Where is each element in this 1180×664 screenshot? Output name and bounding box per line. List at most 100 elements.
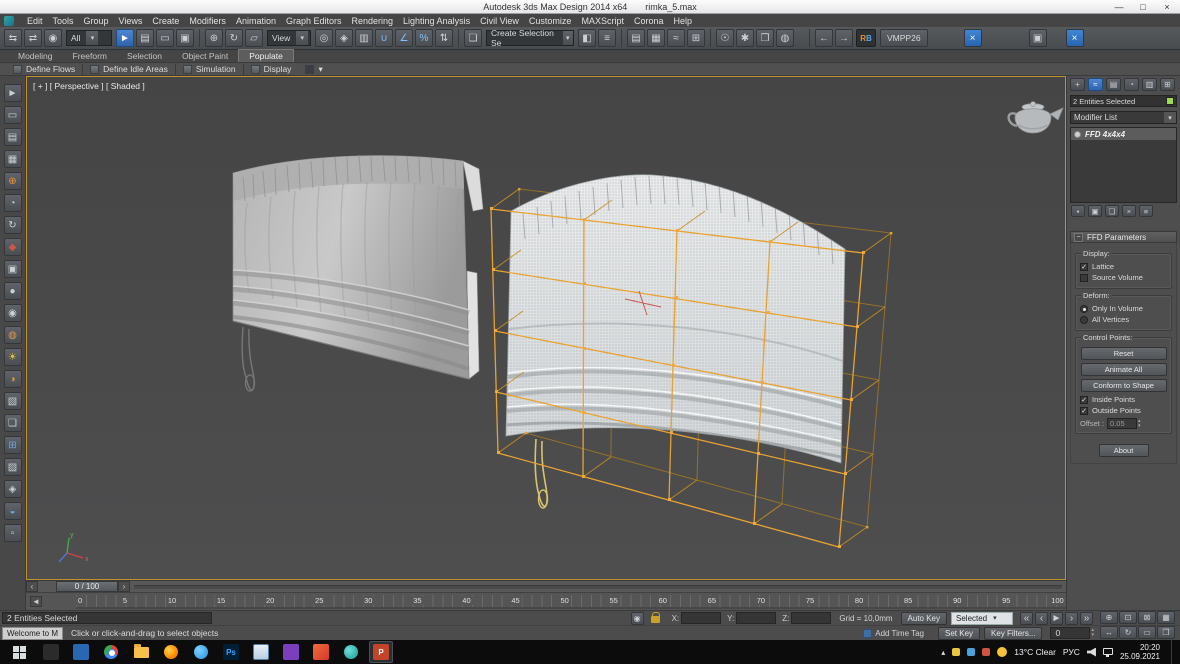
configure-modifier-sets-icon[interactable]: ≡ — [1139, 205, 1153, 217]
mirror-icon[interactable]: ◧ — [578, 29, 596, 47]
go-to-start-icon[interactable]: « — [1020, 612, 1033, 625]
previous-frame-icon[interactable]: ‹ — [1035, 612, 1048, 625]
display-tab-icon[interactable]: ▥ — [1142, 78, 1157, 91]
close-button[interactable]: × — [1155, 0, 1179, 13]
object-color-swatch[interactable] — [1166, 97, 1174, 105]
named-selection-set-dropdown[interactable]: Create Selection Se ▾ — [486, 30, 574, 46]
modifier-stack[interactable]: FFD 4x4x4 — [1070, 127, 1177, 203]
current-frame-field[interactable]: 0 — [1050, 627, 1090, 639]
auto-key-button[interactable]: Auto Key — [901, 612, 947, 625]
time-slider[interactable]: ‹ 0 / 100 › — [26, 580, 1066, 592]
vmpp-script-button[interactable]: VMPP26 — [880, 29, 928, 47]
curve-editor-icon[interactable]: ≈ — [667, 29, 685, 47]
menu-animation[interactable]: Animation — [231, 16, 281, 26]
left-toolbar-icon[interactable]: ▨ — [4, 458, 22, 476]
powerpoint-icon[interactable]: P — [369, 641, 393, 663]
add-time-tag-label[interactable]: Add Time Tag — [875, 629, 924, 638]
left-toolbar-icon[interactable]: ▤ — [4, 128, 22, 146]
menu-tools[interactable]: Tools — [48, 16, 79, 26]
select-and-rotate-icon[interactable]: ↻ — [225, 29, 243, 47]
tab-populate[interactable]: Populate — [238, 49, 294, 62]
slider-left-arrow-icon[interactable]: ‹ — [26, 581, 38, 592]
ffd-parameters-rollout-header[interactable]: − FFD Parameters — [1070, 231, 1177, 243]
script-toggle-icon[interactable]: × — [1066, 29, 1084, 47]
redo-icon[interactable]: → — [835, 29, 853, 47]
offset-spinner[interactable]: ▴ ▾ — [1138, 419, 1141, 429]
left-toolbar-icon[interactable]: ► — [4, 84, 22, 102]
language-indicator[interactable]: РУС — [1063, 647, 1080, 657]
network-icon[interactable] — [1103, 648, 1113, 655]
graphite-ribbon-icon[interactable]: ▦ — [647, 29, 665, 47]
edit-named-selection-sets-icon[interactable]: ❏ — [464, 29, 482, 47]
modify-tab-icon[interactable]: ≈ — [1088, 78, 1103, 91]
left-toolbar-icon[interactable]: ▣ — [4, 260, 22, 278]
trackbar-ruler[interactable]: 0 5 10 15 20 25 30 35 40 45 50 55 60 65 … — [76, 595, 1066, 609]
schematic-view-icon[interactable]: ⊞ — [687, 29, 705, 47]
keyboard-override-icon[interactable]: ▥ — [355, 29, 373, 47]
remove-modifier-icon[interactable]: × — [1122, 205, 1136, 217]
select-by-name-icon[interactable]: ▤ — [136, 29, 154, 47]
hidden-icons-chevron-icon[interactable]: ▴ — [941, 648, 945, 657]
simulation-button[interactable]: Simulation — [176, 64, 243, 74]
tab-selection[interactable]: Selection — [117, 50, 172, 62]
next-frame-icon[interactable]: › — [1065, 612, 1078, 625]
set-key-button[interactable]: Set Key — [938, 627, 980, 640]
make-unique-icon[interactable]: ❏ — [1105, 205, 1119, 217]
render-production-icon[interactable]: ◍ — [776, 29, 794, 47]
play-icon[interactable]: ► — [1050, 612, 1063, 625]
chrome-icon[interactable] — [99, 641, 123, 663]
violet-app-icon[interactable] — [279, 641, 303, 663]
messenger-app-icon[interactable] — [189, 641, 213, 663]
tray-icon[interactable] — [967, 648, 975, 656]
menu-group[interactable]: Group — [79, 16, 114, 26]
window-crossing-icon[interactable]: ▣ — [176, 29, 194, 47]
file-explorer-icon[interactable] — [129, 641, 153, 663]
maximize-button[interactable]: □ — [1131, 0, 1155, 13]
display-button[interactable]: Display — [244, 64, 299, 74]
undo-icon[interactable]: ← — [815, 29, 833, 47]
minimize-button[interactable]: — — [1107, 0, 1131, 13]
x-coordinate-field[interactable] — [681, 612, 721, 624]
viewport-label[interactable]: [ + ] [ Perspective ] [ Shaded ] — [33, 81, 145, 91]
slider-right-arrow-icon[interactable]: › — [118, 581, 130, 592]
left-toolbar-icon[interactable]: ◈ — [4, 480, 22, 498]
rectangular-selection-region-icon[interactable]: ▭ — [156, 29, 174, 47]
taskbar-app-icon[interactable] — [69, 641, 93, 663]
start-button[interactable] — [2, 640, 36, 664]
select-object-button[interactable]: ► — [116, 29, 134, 47]
modifier-list-dropdown[interactable]: Modifier List ▾ — [1070, 111, 1177, 124]
left-toolbar-icon[interactable]: ◆ — [4, 238, 22, 256]
lattice-checkbox[interactable]: ✓ Lattice — [1080, 262, 1167, 271]
align-icon[interactable]: ≡ — [598, 29, 616, 47]
menu-maxscript[interactable]: MAXScript — [576, 16, 629, 26]
left-toolbar-icon[interactable]: ⊞ — [4, 436, 22, 454]
left-toolbar-icon[interactable]: ▧ — [4, 392, 22, 410]
viewport-canvas[interactable]: x y — [27, 77, 1065, 579]
photoshop-icon[interactable]: Ps — [219, 641, 243, 663]
trackbar-left-arrow-icon[interactable]: ◄ — [30, 596, 42, 607]
red-app-icon[interactable] — [309, 641, 333, 663]
tab-object-paint[interactable]: Object Paint — [172, 50, 238, 62]
zoom-icon[interactable]: ⊕ — [1100, 611, 1118, 624]
left-toolbar-icon[interactable]: ◉ — [4, 304, 22, 322]
left-toolbar-icon[interactable]: ☀ — [4, 348, 22, 366]
script-toggle-icon[interactable]: × — [964, 29, 982, 47]
create-tab-icon[interactable]: + — [1070, 78, 1085, 91]
object-name-field[interactable]: 2 Entities Selected — [1070, 95, 1177, 107]
key-filters-button[interactable]: Key Filters... — [984, 627, 1042, 640]
pin-stack-icon[interactable]: ▪ — [1071, 205, 1085, 217]
unlink-selection-icon[interactable]: ⇄ — [24, 29, 42, 47]
tray-icon[interactable] — [952, 648, 960, 656]
extra-tool-icon[interactable]: ▣ — [1029, 29, 1047, 47]
show-end-result-icon[interactable]: ▣ — [1088, 205, 1102, 217]
menu-help[interactable]: Help — [668, 16, 697, 26]
about-button[interactable]: About — [1099, 444, 1149, 457]
outside-points-checkbox[interactable]: ✓ Outside Points — [1080, 406, 1167, 415]
rendered-frame-window-icon[interactable]: ❒ — [756, 29, 774, 47]
teal-app-icon[interactable] — [339, 641, 363, 663]
select-and-move-icon[interactable]: ⊕ — [205, 29, 223, 47]
menu-views[interactable]: Views — [114, 16, 148, 26]
pan-icon[interactable]: ↔ — [1100, 626, 1118, 639]
track-bar[interactable]: ◄ 0 5 10 15 20 25 30 35 40 45 50 55 60 6… — [26, 592, 1066, 610]
animate-all-button[interactable]: Animate All — [1081, 363, 1167, 376]
